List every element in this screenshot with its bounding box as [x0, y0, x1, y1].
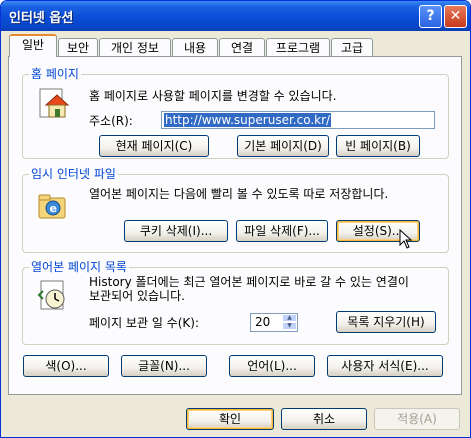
delete-cookies-button[interactable]: 쿠키 삭제(I)... [124, 220, 228, 242]
delete-files-button[interactable]: 파일 삭제(F)... [236, 220, 328, 242]
languages-button[interactable]: 언어(L)... [229, 355, 315, 377]
homepage-address-field[interactable]: http://www.superuser.co.kr/ [161, 111, 435, 129]
homepage-address-value: http://www.superuser.co.kr/ [164, 113, 332, 127]
use-blank-button[interactable]: 빈 페이지(B) [336, 135, 420, 157]
temp-files-folder-icon: e [38, 194, 66, 219]
clear-history-button[interactable]: 목록 지우기(H) [336, 311, 436, 333]
tab-general[interactable]: 일반 [9, 34, 57, 57]
days-to-keep-label: 페이지 보관 일 수(K): [89, 316, 199, 330]
accessibility-button[interactable]: 사용자 서식(E)... [327, 355, 443, 377]
use-current-button[interactable]: 현재 페이지(C) [99, 135, 209, 157]
mouse-pointer-icon [399, 229, 413, 249]
stepper-down-icon[interactable]: ▼ [282, 322, 297, 330]
home-page-icon [39, 88, 70, 118]
colors-button[interactable]: 색(O)... [23, 355, 109, 377]
days-to-keep-value: 20 [255, 315, 271, 329]
stepper-up-icon[interactable]: ▲ [282, 314, 297, 322]
homepage-description: 홈 페이지로 사용할 페이지를 변경할 수 있습니다. [89, 89, 337, 103]
temp-files-description: 열어본 페이지는 다음에 빨리 볼 수 있도록 따로 저장합니다. [89, 187, 389, 201]
temp-files-legend: 임시 인터넷 파일 [29, 167, 118, 181]
tab-connections[interactable]: 연결 [219, 38, 265, 56]
apply-button[interactable]: 적용(A) [374, 408, 460, 430]
history-description-line2: 보관되어 있습니다. [89, 289, 185, 303]
homepage-legend: 홈 페이지 [29, 67, 81, 81]
history-description-line1: History 폴더에는 최근 열어본 페이지로 바로 갈 수 있는 연결이 [89, 275, 409, 289]
tab-privacy[interactable]: 개인 정보 [99, 38, 171, 56]
tab-programs[interactable]: 프로그램 [266, 38, 330, 56]
days-to-keep-stepper[interactable]: 20 ▲ ▼ [250, 313, 298, 332]
tab-advanced[interactable]: 고급 [331, 38, 373, 56]
use-default-button[interactable]: 기본 페이지(D) [237, 135, 329, 157]
history-clock-icon [37, 280, 65, 310]
tab-security[interactable]: 보안 [58, 38, 98, 56]
fonts-button[interactable]: 글꼴(N)... [121, 355, 207, 377]
cancel-button[interactable]: 취소 [281, 408, 367, 430]
title-bar[interactable]: 인터넷 옵션 ? ✕ [1, 1, 470, 31]
close-button[interactable]: ✕ [444, 5, 467, 28]
ok-button[interactable]: 확인 [186, 408, 274, 430]
history-legend: 열어본 페이지 목록 [29, 260, 129, 274]
tab-content[interactable]: 내용 [172, 38, 218, 56]
tab-page-general: 홈 페이지 홈 페이지로 사용할 페이지를 변경할 수 있습니다. 주소(R):… [8, 56, 462, 395]
help-button[interactable]: ? [419, 5, 442, 28]
address-label: 주소(R): [89, 114, 133, 128]
svg-text:e: e [50, 202, 57, 215]
internet-options-window: 인터넷 옵션 ? ✕ 일반 보안 개인 정보 내용 연결 프로그램 고급 홈 페… [0, 0, 471, 438]
window-title: 인터넷 옵션 [9, 11, 74, 26]
